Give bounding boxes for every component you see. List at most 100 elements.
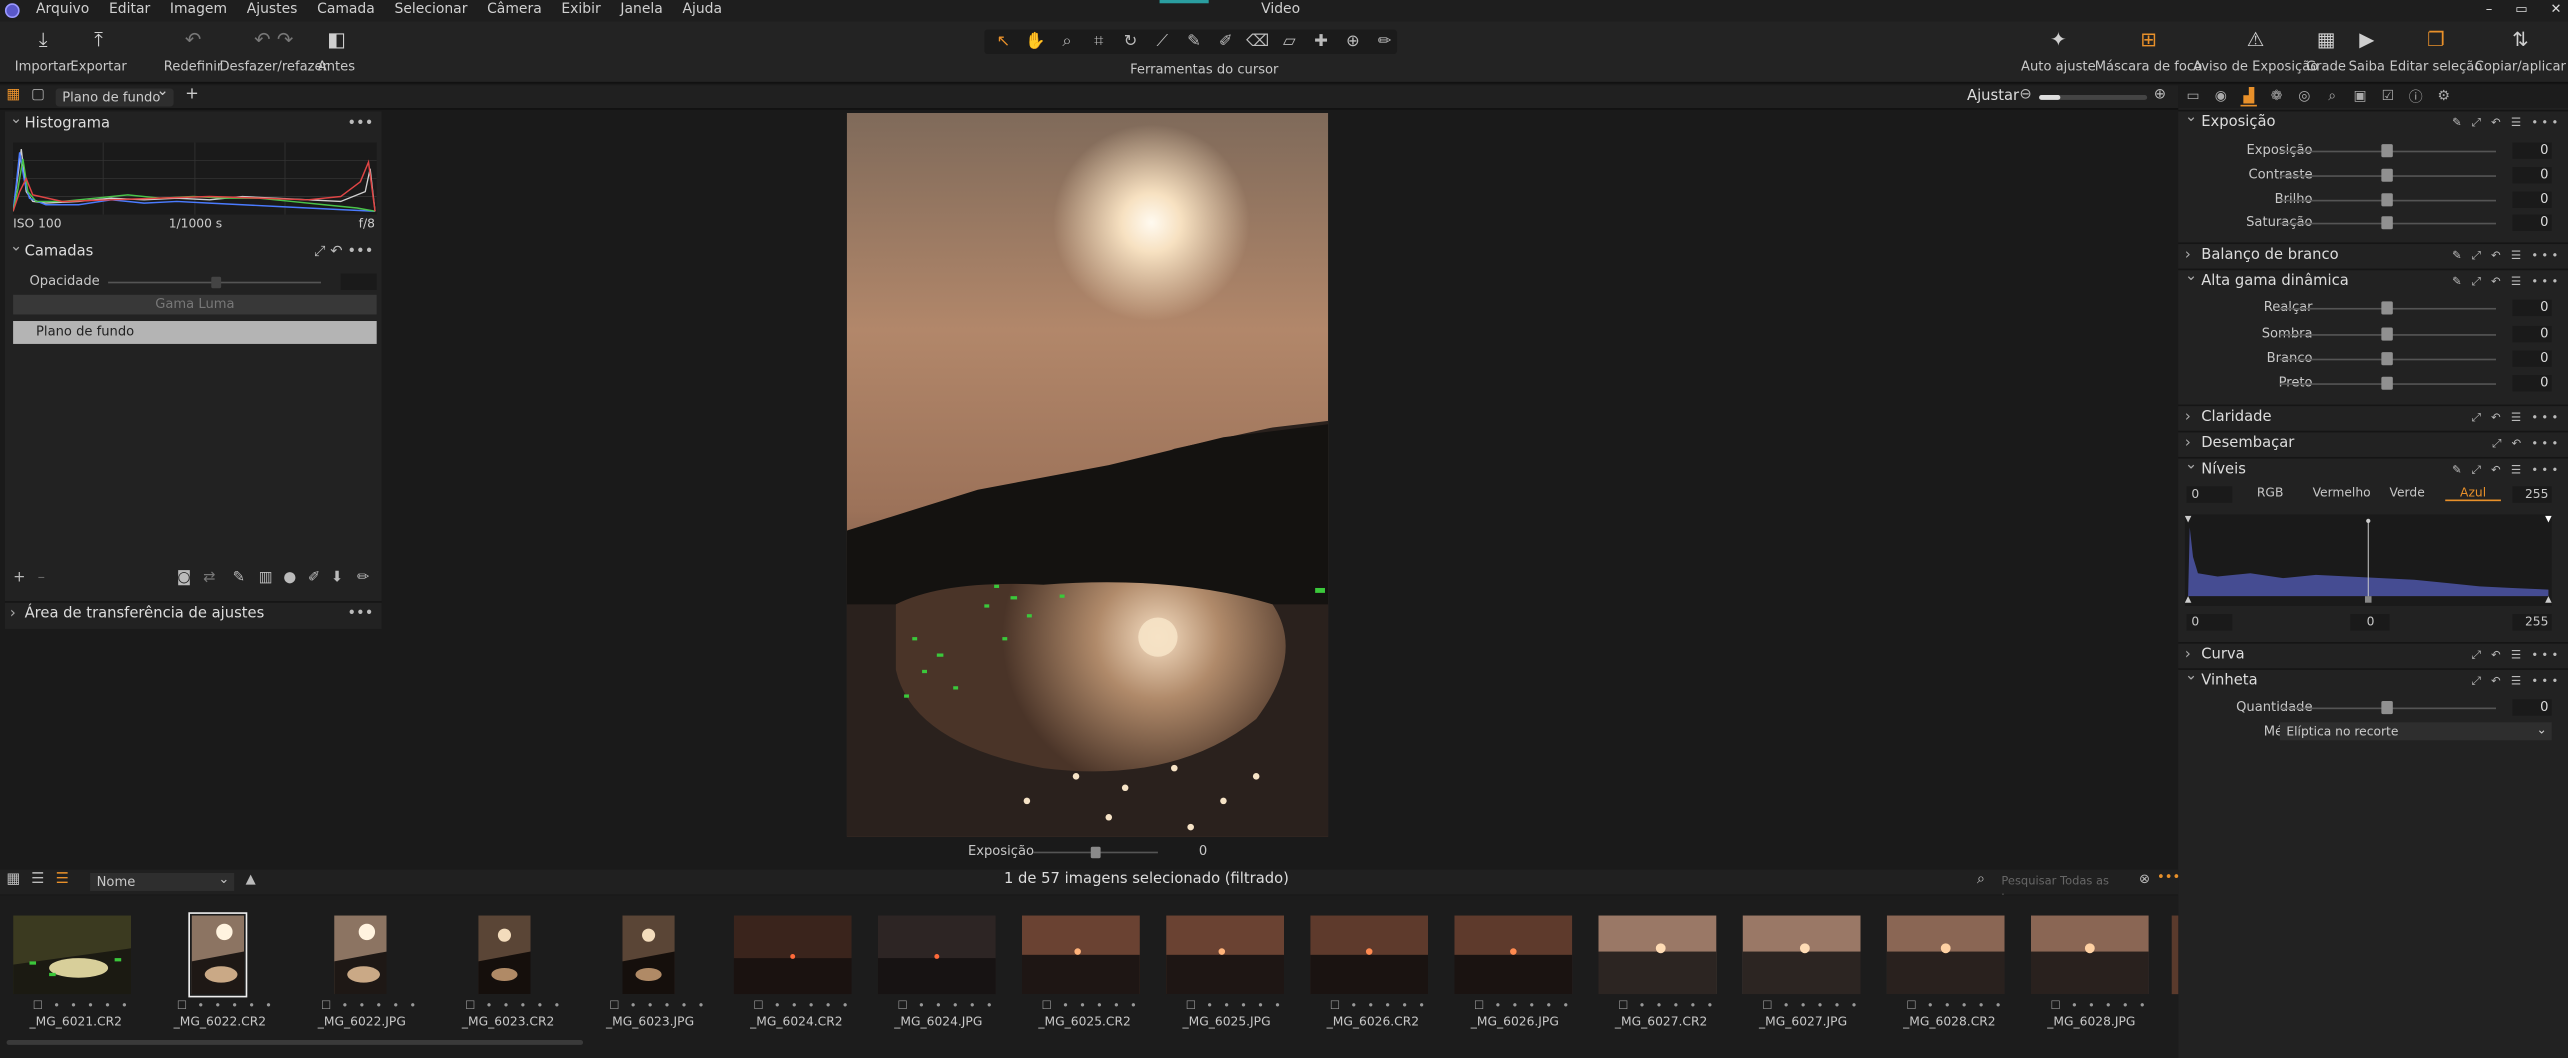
auto-adjust-button[interactable]: ✦ Auto ajuste	[2021, 28, 2096, 74]
adj-contrast-value[interactable]: 0	[2512, 167, 2552, 184]
menu-exibir[interactable]: Exibir	[561, 2, 600, 20]
adj-exposure-value[interactable]: 0	[2512, 142, 2552, 159]
menu-janela[interactable]: Janela	[620, 2, 662, 20]
transfer-header[interactable]: Área de transferência de ajustes •••	[4, 601, 382, 627]
levels-midpoint[interactable]: 0	[2350, 614, 2390, 631]
radial-gradient-icon[interactable]: ●	[283, 570, 296, 586]
grid-view-icon[interactable]: ▦	[7, 871, 21, 887]
thumbnail[interactable]	[1310, 915, 1429, 995]
white-balance-header[interactable]: Balanço de branco ✎ ⤢ ↶ ☰ •••	[2178, 242, 2568, 269]
fit-label[interactable]: Ajustar	[1967, 88, 2019, 104]
rotate-icon[interactable]: ↻	[1118, 33, 1143, 51]
thumb-rating-icon[interactable]: ☐ • • • • •	[1762, 999, 1860, 1012]
library-tab-icon[interactable]: ▭	[2185, 88, 2201, 104]
thumb-rating-icon[interactable]: ☐ • • • • •	[33, 999, 131, 1012]
before-button[interactable]: ◧ Antes	[318, 28, 355, 74]
add-view-icon[interactable]: +	[185, 85, 199, 103]
eraser-icon[interactable]: ⌫	[1245, 33, 1270, 51]
adj-saturation-knob[interactable]	[2381, 216, 2393, 230]
adj-black-value[interactable]: 0	[2512, 375, 2552, 392]
thumb-rating-icon[interactable]: ☐ • • • • •	[321, 999, 419, 1012]
keystone-icon[interactable]: ⟋	[1150, 33, 1175, 51]
adjust-tab-icon[interactable]: ▟	[2240, 88, 2257, 106]
thumb-rating-icon[interactable]: ☐ • • • • •	[2051, 999, 2149, 1012]
levels-tab-green[interactable]: Verde	[2390, 485, 2425, 500]
capture-tab-icon[interactable]: ◉	[2213, 88, 2229, 104]
linear-gradient-icon[interactable]: ▥	[259, 570, 273, 586]
exposure-section-header[interactable]: Exposição ✎ ⤢ ↶ ☰ •••	[2178, 106, 2568, 135]
undo-redo-button[interactable]: ↶ ↷ Desfazer/refazer	[219, 28, 328, 74]
thumb-rating-icon[interactable]: ☐ • • • • •	[177, 999, 275, 1012]
section-tools-icon[interactable]: ✎ ⤢ ↶ ☰ •••	[2452, 270, 2562, 295]
details-tab-icon[interactable]: ⌕	[2324, 88, 2340, 104]
brush-icon[interactable]: ✐	[1213, 33, 1238, 51]
exposure-warning-button[interactable]: ⚠ Aviso de Exposição	[2193, 28, 2318, 74]
camera-tab-icon[interactable]: ▣	[2352, 88, 2368, 104]
adj-vignette-amount-value[interactable]: 0	[2512, 699, 2552, 716]
swap-icon[interactable]: ⇄	[203, 570, 215, 586]
histogram-menu-icon[interactable]: •••	[347, 113, 373, 138]
settings-tab-icon[interactable]: ⚙	[2435, 88, 2451, 104]
layer-view-select[interactable]: Plano de fundo	[55, 84, 174, 107]
zoom-in-icon[interactable]: ⊕	[2154, 87, 2166, 103]
thumbnail[interactable]	[334, 915, 387, 995]
adj-shadow-knob[interactable]	[2381, 327, 2393, 341]
menu-camera[interactable]: Câmera	[487, 2, 542, 20]
adj-vignette-amount-knob[interactable]	[2381, 700, 2393, 715]
adj-contrast-knob[interactable]	[2381, 168, 2393, 182]
thumbnail[interactable]	[478, 915, 531, 995]
levels-input-high[interactable]: 255	[2512, 486, 2552, 503]
thumb-rating-icon[interactable]: ☐ • • • • •	[753, 999, 851, 1012]
adj-exposure-knob[interactable]	[2381, 144, 2393, 158]
pan-hand-icon[interactable]: ✋	[1023, 33, 1048, 51]
annotate-icon[interactable]: ✏	[1372, 33, 1397, 51]
dehaze-header[interactable]: Desembaçar ⤢ ↶ •••	[2178, 430, 2568, 457]
clear-search-icon[interactable]: ⊗	[2139, 871, 2150, 886]
menu-arquivo[interactable]: Arquivo	[36, 2, 89, 20]
thumbnail[interactable]	[733, 915, 852, 995]
reset-button[interactable]: ↶ Redefinir	[164, 28, 223, 74]
menu-ajuda[interactable]: Ajuda	[682, 2, 722, 20]
picker-icon[interactable]: ✎	[1181, 33, 1206, 51]
edit-selection-button[interactable]: ❐ Editar seleção	[2390, 28, 2483, 74]
search-input[interactable]: Pesquisar Todas as imagens	[1978, 873, 2158, 906]
mask-icon[interactable]: ◙	[177, 570, 191, 586]
adj-black-knob[interactable]	[2381, 376, 2393, 390]
section-tools-icon[interactable]: ⤢ ↶ ☰ •••	[2472, 670, 2562, 695]
filter-menu-icon[interactable]: •••	[2157, 870, 2180, 885]
heal-icon[interactable]: ✚	[1308, 33, 1333, 51]
maximize-icon[interactable]: ▭	[2515, 2, 2527, 17]
opacity-value-field[interactable]	[340, 273, 377, 290]
select-cursor-icon[interactable]: ↖	[991, 33, 1016, 51]
opacity-slider[interactable]	[108, 276, 322, 289]
menu-ajustes[interactable]: Ajustes	[247, 2, 298, 20]
erase-mask-icon[interactable]: ✏	[357, 570, 369, 586]
menu-selecionar[interactable]: Selecionar	[394, 2, 467, 20]
draw-mask-icon[interactable]: ✐	[308, 570, 320, 586]
opacity-knob[interactable]	[211, 276, 222, 289]
clone-icon[interactable]: ⊕	[1340, 33, 1365, 51]
thumbnail-selected[interactable]	[188, 912, 248, 998]
clarity-header[interactable]: Claridade ⤢ ↶ ☰ •••	[2178, 404, 2568, 431]
crop-icon[interactable]: ⌗	[1086, 33, 1111, 51]
gamma-luma-button[interactable]: Gama Luma	[13, 294, 377, 315]
section-tools-icon[interactable]: ⤢ ↶ •••	[2492, 432, 2561, 457]
gradient-icon[interactable]: ▱	[1277, 33, 1302, 51]
thumbnail[interactable]	[1742, 915, 1861, 995]
export-button[interactable]: ⤒ Exportar	[70, 27, 126, 74]
layers-menu-icon[interactable]: ⤢ ↶ •••	[314, 241, 374, 266]
loupe-icon[interactable]: ⌕	[1054, 33, 1079, 51]
single-view-icon[interactable]: ▢	[31, 87, 45, 103]
curve-header[interactable]: Curva ⤢ ↶ ☰ •••	[2178, 642, 2568, 668]
thumbnail[interactable]	[2030, 915, 2149, 995]
thumbnail[interactable]	[1598, 915, 1717, 995]
filmstrip-scrollbar[interactable]	[6, 1040, 584, 1045]
thumbnail[interactable]	[877, 915, 996, 995]
import-button[interactable]: ⤓ Importar	[15, 27, 72, 74]
layer-item-background[interactable]: Plano de fundo	[13, 321, 377, 344]
thumb-rating-icon[interactable]: ☐ • • • • •	[465, 999, 563, 1012]
adj-white-value[interactable]: 0	[2512, 350, 2552, 367]
minimize-icon[interactable]: –	[2486, 2, 2493, 17]
thumbnail[interactable]	[13, 915, 132, 995]
section-tools-icon[interactable]: ✎ ⤢ ↶ ☰ •••	[2452, 459, 2562, 484]
